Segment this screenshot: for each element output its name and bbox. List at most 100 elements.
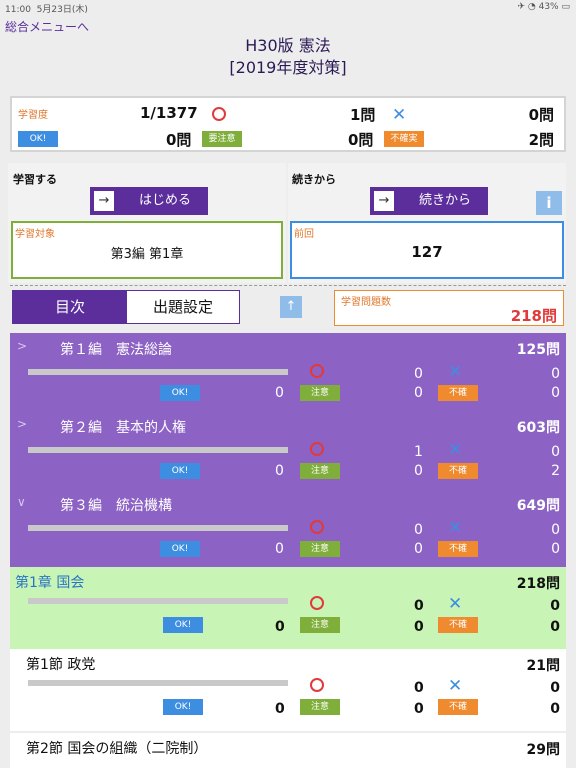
unsure-count: 0 [550, 701, 560, 717]
question-count-value: 218問 [510, 307, 557, 325]
correct-mark-icon [212, 107, 226, 121]
ok-count: 0 [275, 619, 285, 635]
study-panel: 学習する → はじめる 学習対象 第3編 第1章 [8, 163, 286, 283]
caution-chip: 注意 [300, 699, 340, 715]
ok-chip: OK! [160, 385, 200, 401]
progress-bar [28, 598, 288, 604]
arrow-right-icon: → [94, 191, 114, 211]
item-name: 第1節 政党 [26, 657, 96, 673]
list-item[interactable]: 第1章 国会 218問 0 ✕ 0 OK! 0 注意 0 不確 0 [10, 567, 566, 649]
caution-count: 0問 [348, 131, 374, 149]
wrong-count: 0 [550, 680, 560, 696]
ok-chip: OK! [163, 699, 203, 715]
progress-bar [28, 525, 288, 531]
previous-label: 前回 [294, 229, 314, 240]
wrong-mark-icon: ✕ [448, 440, 463, 460]
correct-mark-icon [310, 520, 324, 534]
wrong-mark-icon: ✕ [448, 676, 463, 696]
list-item[interactable]: ∨ 第３編 統治機構 649問 0 ✕ 0 OK! 0 注意 0 不確 0 [10, 489, 566, 567]
correct-count: 0 [414, 366, 423, 382]
ok-chip: OK! [163, 617, 203, 633]
correct-mark-icon [310, 442, 324, 456]
divider [10, 285, 566, 286]
study-target-box[interactable]: 学習対象 第3編 第1章 [11, 221, 283, 279]
item-count: 649問 [516, 498, 560, 514]
unsure-chip: 不確 [438, 699, 478, 715]
tab-toc[interactable]: 目次 [13, 291, 127, 323]
item-count: 218問 [516, 576, 560, 592]
previous-box: 前回 127 [290, 221, 564, 279]
chevron-down-icon: ∨ [17, 495, 26, 509]
caution-chip: 要注意 [202, 131, 242, 147]
unsure-count: 0 [551, 541, 560, 557]
study-label: 学習する [13, 173, 57, 186]
caution-count: 0 [414, 701, 424, 717]
chevron-right-icon: > [17, 339, 28, 353]
progress-bar [28, 447, 288, 453]
ok-count: 0問 [166, 131, 192, 149]
progress-bar [28, 369, 288, 375]
unsure-chip: 不確実 [384, 131, 424, 147]
wrong-count: 0 [551, 522, 560, 538]
correct-mark-icon [310, 678, 324, 692]
page-subtitle: [2019年度対策] [229, 58, 347, 77]
caution-count: 0 [414, 385, 423, 401]
item-name: 第１編 憲法総論 [60, 342, 172, 358]
correct-count: 1問 [350, 106, 376, 124]
item-count: 21問 [526, 658, 560, 674]
ok-chip: OK! [160, 463, 200, 479]
list-item[interactable]: > 第１編 憲法総論 125問 0 ✕ 0 OK! 0 注意 0 不確 0 [10, 333, 566, 411]
resume-label: 続きから [292, 173, 336, 186]
ok-chip: OK! [160, 541, 200, 557]
list-item[interactable]: 第1節 政党 21問 0 ✕ 0 OK! 0 注意 0 不確 0 [10, 649, 566, 731]
caution-count: 0 [414, 619, 424, 635]
ok-count: 0 [275, 541, 284, 557]
unsure-chip: 不確 [438, 541, 478, 557]
item-name: 第３編 統治機構 [60, 498, 172, 514]
progress-panel: 学習度 1/1377 1問 ✕ 0問 OK! 0問 要注意 0問 不確実 2問 [10, 96, 566, 152]
unsure-count: 2 [551, 463, 560, 479]
scroll-up-button[interactable]: ↑ [280, 296, 302, 318]
caution-chip: 注意 [300, 463, 340, 479]
wrong-count: 0 [551, 366, 560, 382]
unsure-count: 0 [550, 619, 560, 635]
caution-chip: 注意 [300, 385, 340, 401]
chevron-right-icon: > [17, 417, 28, 431]
list-item[interactable]: 第2節 国会の組織（二院制） 29問 [10, 733, 566, 768]
correct-count: 1 [414, 444, 423, 460]
progress-label: 学習度 [18, 110, 48, 121]
status-time: 11:00 5月23日(木) [5, 5, 88, 15]
correct-count: 0 [414, 522, 423, 538]
wrong-mark-icon: ✕ [392, 105, 407, 125]
resume-button[interactable]: → 続きから [370, 187, 488, 215]
caution-count: 0 [414, 463, 423, 479]
wrong-mark-icon: ✕ [448, 594, 463, 614]
item-name: 第2節 国会の組織（二院制） [26, 741, 208, 757]
correct-mark-icon [310, 596, 324, 610]
item-count: 603問 [516, 420, 560, 436]
wrong-mark-icon: ✕ [448, 518, 463, 538]
tab-settings[interactable]: 出題設定 [127, 291, 239, 323]
ok-chip: OK! [18, 131, 58, 147]
tab-bar: 目次 出題設定 [12, 290, 240, 324]
wrong-count: 0 [551, 444, 560, 460]
unsure-chip: 不確 [438, 385, 478, 401]
start-button[interactable]: → はじめる [90, 187, 208, 215]
study-target-value: 第3編 第1章 [110, 247, 184, 262]
item-name: 第1章 国会 [15, 575, 85, 591]
caution-count: 0 [414, 541, 423, 557]
ok-count: 0 [275, 385, 284, 401]
correct-count: 0 [414, 598, 424, 614]
wrong-count: 0問 [528, 106, 554, 124]
question-count-box: 学習問題数 218問 [334, 290, 564, 326]
correct-mark-icon [310, 364, 324, 378]
info-button[interactable]: i [536, 191, 562, 215]
wrong-mark-icon: ✕ [448, 362, 463, 382]
item-count: 125問 [516, 342, 560, 358]
unsure-count: 2問 [528, 131, 554, 149]
list-item[interactable]: > 第２編 基本的人権 603問 1 ✕ 0 OK! 0 注意 0 不確 2 [10, 411, 566, 489]
arrow-right-icon: → [374, 191, 394, 211]
question-count-label: 学習問題数 [341, 297, 391, 308]
correct-count: 0 [414, 680, 424, 696]
study-target-label: 学習対象 [15, 229, 55, 240]
